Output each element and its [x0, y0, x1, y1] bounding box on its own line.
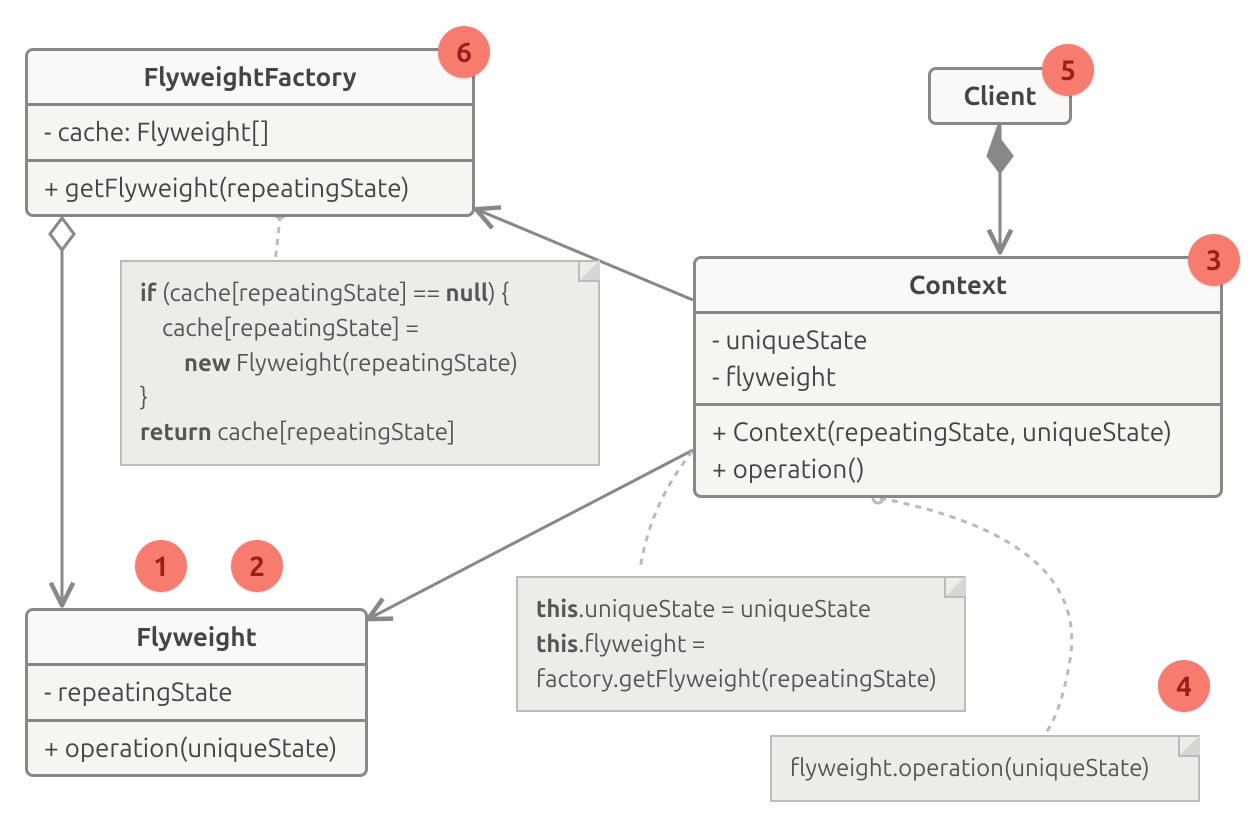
- code-line: this.flyweight =: [536, 627, 946, 662]
- code-line: }: [140, 380, 580, 415]
- code-line: return cache[repeatingState]: [140, 415, 580, 450]
- badge-1: 1: [135, 540, 187, 592]
- class-title: FlyweightFactory: [28, 51, 472, 106]
- note-fold-icon: [578, 260, 600, 282]
- op-operation: + operation(): [712, 451, 1204, 487]
- badge-5: 5: [1042, 44, 1094, 96]
- note-fold-icon: [944, 576, 966, 598]
- class-ops: + Context(repeatingState, uniqueState) +…: [696, 406, 1220, 495]
- class-ops: + getFlyweight(repeatingState): [28, 162, 472, 214]
- op-context-ctor: + Context(repeatingState, uniqueState): [712, 414, 1204, 450]
- code-line: new Flyweight(repeatingState): [140, 346, 580, 381]
- class-title: Flyweight: [28, 611, 365, 666]
- class-attrs: - repeatingState: [28, 666, 365, 721]
- attr-uniquestate: - uniqueState: [712, 322, 1204, 358]
- class-ops: + operation(uniqueState): [28, 722, 365, 774]
- code-line: cache[repeatingState] =: [140, 311, 580, 346]
- code-line: flyweight.operation(uniqueState): [790, 751, 1180, 786]
- class-flyweightfactory: FlyweightFactory - cache: Flyweight[] + …: [25, 48, 475, 217]
- badge-4: 4: [1158, 660, 1210, 712]
- code-line: if (cache[repeatingState] == null) {: [140, 276, 580, 311]
- code-line: this.uniqueState = uniqueState: [536, 592, 946, 627]
- code-line: factory.getFlyweight(repeatingState): [536, 662, 946, 697]
- badge-2: 2: [231, 540, 283, 592]
- class-context: Context - uniqueState - flyweight + Cont…: [693, 256, 1223, 498]
- note-context-ctor: this.uniqueState = uniqueState this.flyw…: [516, 576, 966, 712]
- note-fold-icon: [1178, 735, 1200, 757]
- attr-flyweight: - flyweight: [712, 359, 1204, 395]
- class-title: Context: [696, 259, 1220, 314]
- class-attrs: - cache: Flyweight[]: [28, 106, 472, 161]
- class-attrs: - uniqueState - flyweight: [696, 314, 1220, 406]
- badge-3: 3: [1188, 234, 1240, 286]
- note-operation: flyweight.operation(uniqueState): [770, 735, 1200, 802]
- badge-6: 6: [438, 26, 490, 78]
- note-factory-code: if (cache[repeatingState] == null) { cac…: [120, 260, 600, 466]
- class-flyweight: Flyweight - repeatingState + operation(u…: [25, 608, 368, 777]
